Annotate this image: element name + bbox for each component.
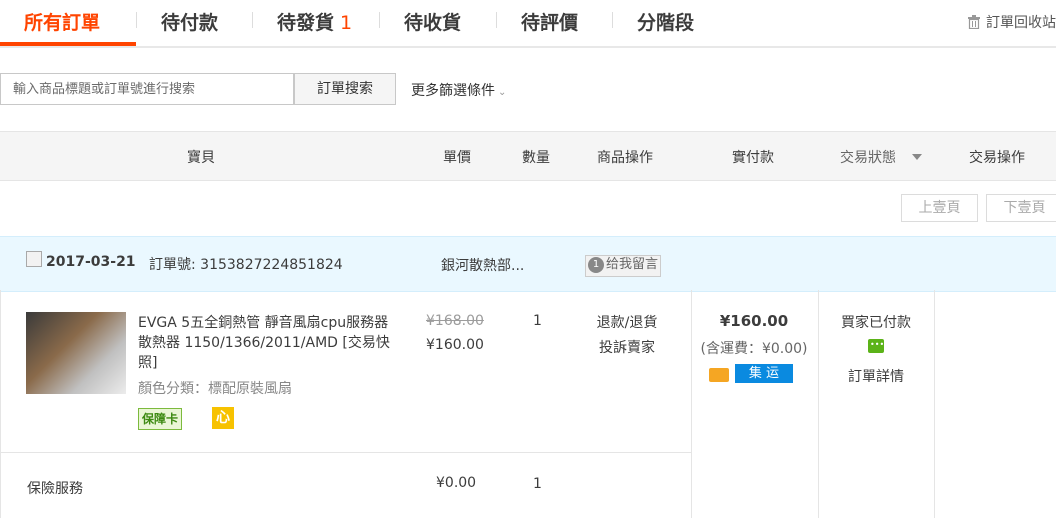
tab-pending-payment[interactable]: 待付款 [161,8,218,35]
tab-pending-shipment[interactable]: 待發貨 1 [277,8,352,35]
shipping-fee-note: (含運費：¥0.00) [700,341,808,357]
tab-divider [496,12,497,28]
tab-count-badge: 1 [340,12,353,34]
table-header: 寶貝 單價 數量 商品操作 實付款 交易狀態 交易操作 [0,131,1056,181]
next-page-button[interactable]: 下壹頁 [986,194,1056,222]
search-button[interactable]: 訂單搜索 [294,73,396,105]
order-number-label: 訂單號: [149,257,196,273]
order-recycle-bin-link[interactable]: 訂單回收站 [968,12,1056,32]
col-header-status: 交易狀態 [840,150,896,166]
more-filters-label: 更多篩選條件 [411,83,495,99]
col-header-item: 寶貝 [187,150,215,166]
prev-page-button[interactable]: 上壹頁 [901,194,978,222]
shop-name-link[interactable]: 銀河散熱部... [441,255,524,275]
insurance-service-label: 保險服務 [27,481,83,497]
tab-divider [379,12,380,28]
tab-all-orders[interactable]: 所有訂單 [24,8,100,35]
insurance-quantity: 1 [533,476,542,492]
tab-label: 待發貨 [277,12,335,34]
search-input[interactable] [0,73,294,105]
order-number-value: 3153827224851824 [200,257,343,273]
order-checkbox[interactable] [26,251,42,267]
divider [934,290,935,518]
order-date: 2017-03-21 [46,254,136,270]
tab-divider [136,12,137,28]
complain-seller-link[interactable]: 投訴賣家 [590,337,664,357]
tab-pending-receipt[interactable]: 待收貨 [404,8,461,35]
credit-card-icon [709,368,729,382]
tab-pending-review[interactable]: 待評價 [521,8,578,35]
divider [0,452,691,453]
tab-divider [612,12,613,28]
guarantee-card-badge[interactable]: 保障卡 [138,408,183,430]
more-filters-toggle[interactable]: 更多篩選條件 ⌄ [411,80,506,100]
divider [0,290,1,518]
col-header-quantity: 數量 [522,150,550,166]
col-header-price: 單價 [443,150,471,166]
product-thumbnail[interactable] [26,312,126,394]
refund-return-link[interactable]: 退款/退貨 [590,312,664,332]
order-number: 訂單號: 3153827224851824 [149,254,343,274]
col-header-paid: 實付款 [732,150,774,166]
order-header: 2017-03-21 訂單號: 3153827224851824 銀河散熱部..… [0,236,1056,292]
unit-price: ¥160.00 [426,337,484,353]
product-attribute: 顏色分類：標配原裝風扇 [138,381,292,397]
consolidated-shipping-badge[interactable]: 集 运 [735,364,793,383]
trash-icon [968,15,980,29]
insurance-price: ¥0.00 [436,475,477,491]
order-status: 買家已付款 [841,315,911,331]
active-tab-indicator [0,42,136,46]
order-total: ¥160.00 [719,312,789,330]
status-filter-dropdown[interactable]: 交易狀態 [840,147,922,167]
heart-badge-icon[interactable]: 心 [212,407,234,429]
order-tabs: 所有訂單 待付款 待發貨 1 待收貨 待評價 分階段 訂單回收站 [0,0,1056,48]
order-details-link[interactable]: 訂單詳情 [818,366,934,386]
leave-message-label: 给我留言 [606,257,659,272]
original-price: ¥168.00 [426,313,484,329]
caret-down-icon [912,154,922,160]
col-header-item-ops: 商品操作 [597,150,653,166]
chevron-down-icon: ⌄ [498,87,507,98]
recycle-label: 訂單回收站 [986,15,1056,31]
chat-icon[interactable] [868,339,884,353]
leave-message-button[interactable]: 1 给我留言 [585,255,662,277]
product-title-link[interactable]: EVGA 5五全銅熱管 靜音風扇cpu服務器散熱器 1150/1366/2011… [138,313,400,373]
col-header-trade-ops: 交易操作 [969,150,1025,166]
item-quantity: 1 [533,313,542,329]
message-count-badge: 1 [588,257,604,273]
tab-installment[interactable]: 分階段 [637,8,694,35]
tab-divider [252,12,253,28]
